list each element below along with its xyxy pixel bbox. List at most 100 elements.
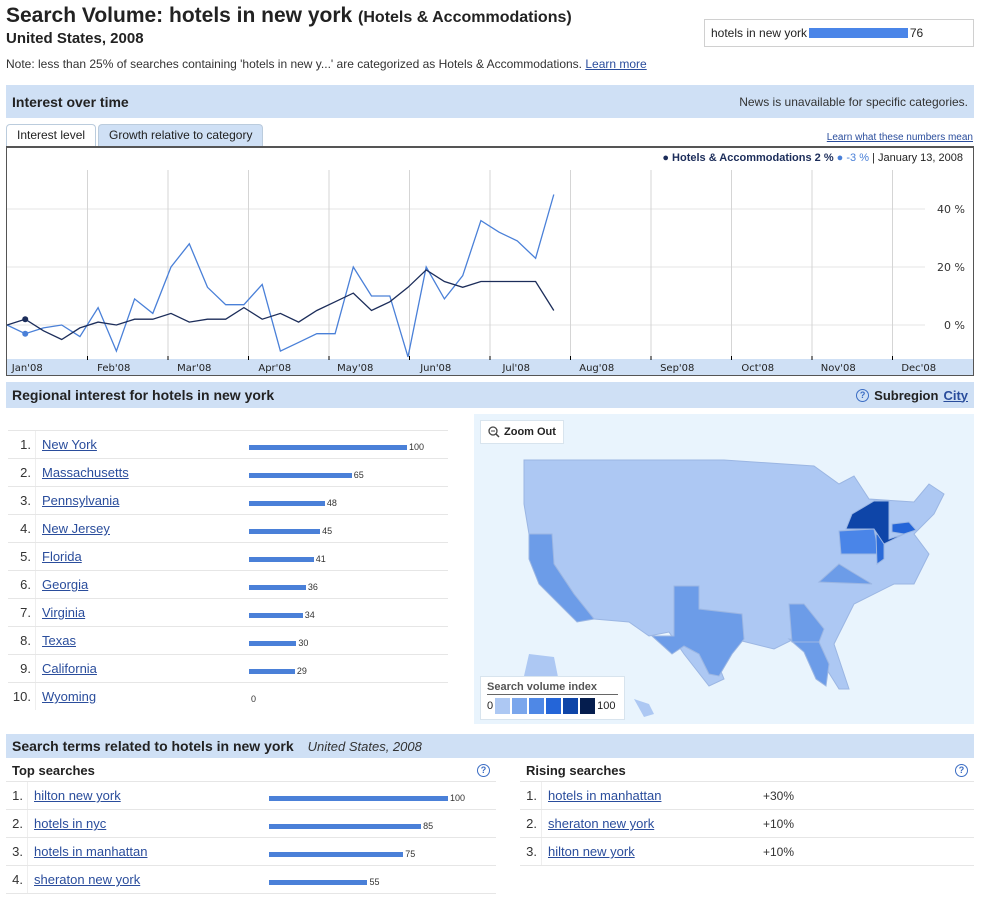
top-search-rank: 2. bbox=[6, 810, 28, 837]
top-search-link[interactable]: hilton new york bbox=[28, 788, 121, 803]
series-marker-1 bbox=[22, 316, 29, 323]
rising-search-link[interactable]: hotels in manhattan bbox=[542, 788, 661, 803]
search-term: hotels in new york bbox=[711, 26, 808, 40]
help-icon[interactable]: ? bbox=[856, 388, 870, 402]
rising-search-rank: 1. bbox=[520, 782, 542, 809]
x-tick-label: Apr'08 bbox=[258, 363, 291, 374]
region-bar bbox=[249, 444, 407, 450]
line-chart-svg: 0 % 20 % 40 % Jan'08 Feb'08 Mar'08 Apr'08 May'0… bbox=[7, 170, 965, 374]
interest-heading: Interest over time bbox=[12, 93, 129, 110]
region-value: 48 bbox=[326, 498, 337, 508]
region-link[interactable]: Texas bbox=[42, 633, 76, 648]
region-row: 6. Georgia 36 bbox=[8, 570, 448, 598]
region-row: 8. Texas 30 bbox=[8, 626, 448, 654]
subregion-label: Subregion bbox=[874, 387, 939, 403]
region-rank: 3. bbox=[8, 487, 36, 514]
note-text: Note: less than 25% of searches containi… bbox=[6, 57, 582, 71]
interest-chart: ● Hotels & Accommodations 2 % ● -3 % | J… bbox=[6, 146, 974, 376]
region-link[interactable]: Virginia bbox=[42, 605, 85, 620]
subregion-city-link[interactable]: City bbox=[943, 388, 968, 403]
region-rank: 8. bbox=[8, 627, 36, 654]
top-search-value: 55 bbox=[369, 877, 380, 887]
region-bar-group: 36 bbox=[249, 582, 318, 592]
related-terms-header: Search terms related to hotels in new yo… bbox=[6, 734, 974, 758]
top-search-row: 4. sheraton new york 55 bbox=[6, 866, 496, 894]
page-subtitle: United States, 2008 bbox=[6, 30, 144, 47]
region-value: 45 bbox=[322, 526, 333, 536]
region-bar-group: 48 bbox=[249, 498, 337, 508]
rising-searches-panel: Rising searches? 1. hotels in manhattan … bbox=[520, 760, 974, 866]
region-link[interactable]: Massachusetts bbox=[42, 465, 129, 480]
region-link[interactable]: Florida bbox=[42, 549, 82, 564]
region-row: 1. New York 100 bbox=[8, 430, 448, 458]
rising-search-link[interactable]: hilton new york bbox=[542, 844, 635, 859]
region-rank: 5. bbox=[8, 543, 36, 570]
svi-swatch bbox=[512, 698, 528, 714]
series-line-1 bbox=[7, 269, 555, 341]
top-search-link[interactable]: sheraton new york bbox=[28, 872, 140, 887]
region-value: 65 bbox=[353, 470, 364, 480]
region-rank: 7. bbox=[8, 599, 36, 626]
tab-interest-level[interactable]: Interest level bbox=[6, 124, 97, 146]
help-icon[interactable]: ? bbox=[477, 764, 490, 777]
learn-numbers-link[interactable]: Learn what these numbers mean bbox=[827, 132, 973, 143]
region-link[interactable]: Wyoming bbox=[42, 689, 96, 704]
series-marker-2 bbox=[22, 330, 29, 337]
region-bar-group: 29 bbox=[249, 666, 307, 676]
y-tick-label: 40 % bbox=[937, 203, 965, 216]
regional-interest-header: Regional interest for hotels in new york… bbox=[6, 382, 974, 408]
x-tick-label: Jul'08 bbox=[501, 363, 530, 374]
region-value: 30 bbox=[298, 638, 309, 648]
region-link[interactable]: New Jersey bbox=[42, 521, 110, 536]
region-rank: 4. bbox=[8, 515, 36, 542]
x-tick-label: Sep'08 bbox=[660, 363, 694, 374]
region-rank: 1. bbox=[8, 431, 36, 458]
region-value: 34 bbox=[304, 610, 315, 620]
rising-search-link[interactable]: sheraton new york bbox=[542, 816, 654, 831]
top-search-row: 1. hilton new york 100 bbox=[6, 782, 496, 810]
category-label: (Hotels & Accommodations) bbox=[358, 9, 572, 26]
us-map[interactable]: Zoom Out Search volume index 0 100 bbox=[474, 414, 974, 724]
top-searches-label: Top searches bbox=[12, 763, 95, 778]
learn-more-link[interactable]: Learn more bbox=[585, 57, 646, 71]
top-search-bar-group: 85 bbox=[269, 821, 433, 831]
x-tick-label: Jun'08 bbox=[419, 363, 451, 374]
top-search-link[interactable]: hotels in manhattan bbox=[28, 844, 147, 859]
top-search-value: 100 bbox=[450, 793, 466, 803]
region-row: 2. Massachusetts 65 bbox=[8, 458, 448, 486]
x-tick-label: Jan'08 bbox=[11, 363, 43, 374]
news-note: News is unavailable for specific categor… bbox=[739, 94, 968, 109]
top-search-bar bbox=[269, 795, 448, 801]
rising-search-row: 2. sheraton new york +10% bbox=[520, 810, 974, 838]
help-icon[interactable]: ? bbox=[955, 764, 968, 777]
region-bar-group: 0 bbox=[249, 694, 256, 704]
top-search-link[interactable]: hotels in nyc bbox=[28, 816, 106, 831]
top-search-rank: 1. bbox=[6, 782, 28, 809]
region-value: 0 bbox=[251, 694, 257, 704]
search-volume-value: 76 bbox=[909, 26, 924, 40]
top-search-value: 75 bbox=[405, 849, 416, 859]
subregion-control: ? Subregion City bbox=[856, 388, 968, 403]
search-volume-bar bbox=[809, 28, 908, 38]
region-link[interactable]: Pennsylvania bbox=[42, 493, 119, 508]
page-title: Search Volume: hotels in new york (Hotel… bbox=[6, 4, 572, 28]
region-link[interactable]: New York bbox=[42, 437, 97, 452]
region-bar-group: 45 bbox=[249, 526, 332, 536]
rising-searches-title: Rising searches? bbox=[520, 760, 974, 782]
region-bar bbox=[249, 556, 314, 562]
svi-swatch bbox=[495, 698, 511, 714]
y-tick-label: 20 % bbox=[937, 261, 965, 274]
regional-list: 1. New York 100 2. Massachusetts 65 3. Pen… bbox=[8, 430, 448, 710]
region-bar-group: 100 bbox=[249, 442, 424, 452]
rising-search-row: 3. hilton new york +10% bbox=[520, 838, 974, 866]
region-bar bbox=[249, 528, 321, 534]
tab-growth-relative[interactable]: Growth relative to category bbox=[98, 124, 264, 146]
related-heading: Search terms related to hotels in new yo… bbox=[12, 738, 294, 754]
region-value: 41 bbox=[315, 554, 326, 564]
region-row: 3. Pennsylvania 48 bbox=[8, 486, 448, 514]
x-tick-label: Oct'08 bbox=[741, 363, 774, 374]
top-search-row: 2. hotels in nyc 85 bbox=[6, 810, 496, 838]
region-link[interactable]: Georgia bbox=[42, 577, 88, 592]
top-search-rank: 4. bbox=[6, 866, 28, 893]
region-link[interactable]: California bbox=[42, 661, 97, 676]
